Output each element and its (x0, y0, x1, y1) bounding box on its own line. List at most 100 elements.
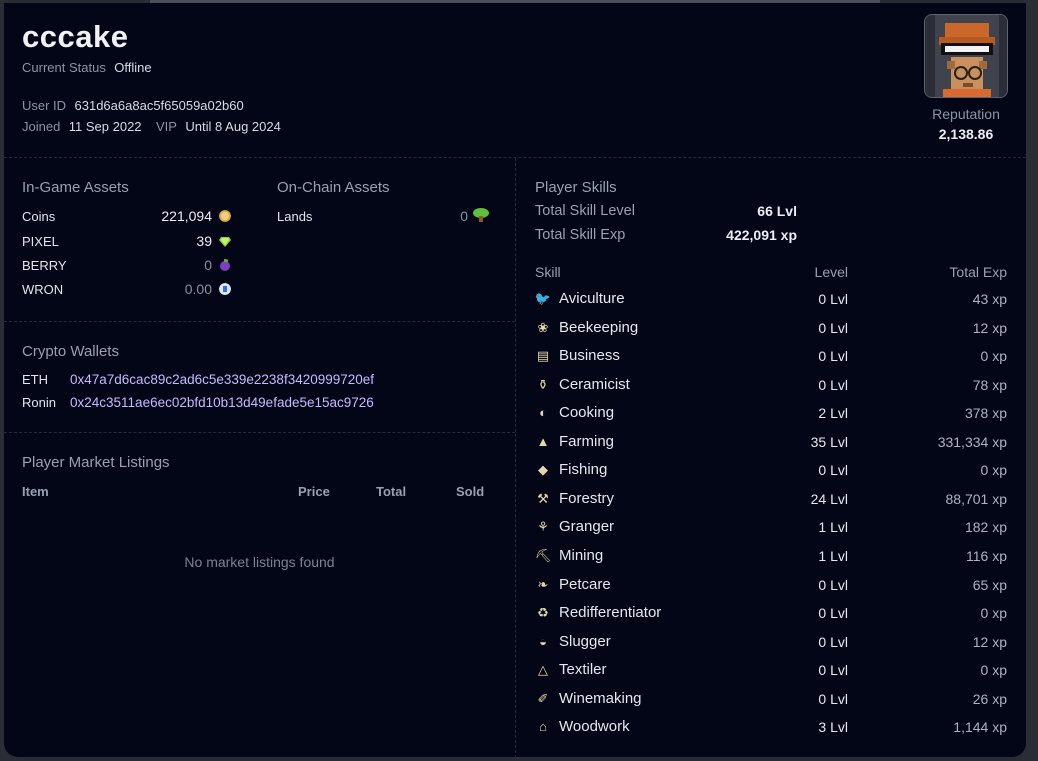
wheat-icon: ⚘ (537, 519, 549, 535)
skill-total-exp: 0 xp (980, 462, 1007, 479)
skill-total-exp: 1,144 xp (953, 719, 1007, 736)
wallet-address-ronin[interactable]: 0x24c3511ae6ec02bfd10b13d49efade5e15ac97… (70, 395, 374, 410)
skill-row: ▤ Business 0 Lvl 0 xp (534, 343, 1009, 369)
skill-row: ⚱ Ceramicist 0 Lvl 78 xp (534, 372, 1009, 398)
skill-level: 0 Lvl (818, 576, 848, 593)
user-id-row: User ID 631d6a6a8ac5f65059a02b60 (22, 97, 248, 115)
skill-name: Ceramicist (559, 375, 630, 393)
skill-name: Woodwork (559, 718, 630, 736)
skill-level: 1 Lvl (818, 547, 848, 564)
skill-row: 🐦 Aviculture 0 Lvl 43 xp (534, 286, 1009, 312)
yarn-icon: △ (538, 662, 548, 678)
total-skill-level-value: 66 Lvl (757, 203, 797, 219)
asset-value-coins: 221,094 (161, 208, 212, 224)
skills-col-level: Level (814, 264, 848, 280)
bee-icon: ❀ (537, 319, 549, 335)
profile-header: cccake Current Status Offline User ID 63… (4, 3, 1026, 158)
skill-total-exp: 182 xp (964, 519, 1007, 536)
user-id-value: 631d6a6a8ac5f65059a02b60 (74, 98, 244, 113)
wallet-address-eth[interactable]: 0x47a7d6cac89c2ad6c5e339e2238f3420999720… (70, 372, 374, 387)
skill-total-exp: 12 xp (972, 319, 1007, 336)
wallet-label-ronin: Ronin (22, 395, 56, 410)
skill-level: 0 Lvl (818, 633, 848, 650)
skills-col-total-exp: Total Exp (949, 264, 1007, 280)
skill-level: 1 Lvl (818, 519, 848, 536)
wallet-label-eth: ETH (22, 372, 48, 387)
market-empty-message: No market listings found (184, 554, 335, 570)
bottle-icon: ✐ (537, 690, 549, 706)
asset-value-berry: 0 (204, 257, 212, 273)
briefcase-icon: ▤ (536, 348, 550, 364)
skill-row: ◐ Cooking 2 Lvl 378 xp (534, 400, 1009, 426)
skill-name: Farming (559, 432, 615, 450)
user-id-label: User ID (22, 98, 67, 113)
skill-level: 0 Lvl (818, 462, 848, 479)
berry-icon (220, 259, 230, 271)
joined-label: Joined (22, 119, 61, 134)
reputation-label: Reputation (932, 106, 1000, 122)
vip-value: Until 8 Aug 2024 (185, 119, 281, 134)
asset-label-coins: Coins (22, 209, 56, 224)
player-profile-card: cccake Current Status Offline User ID 63… (4, 3, 1026, 757)
skill-level: 0 Lvl (818, 291, 848, 307)
skill-level: 0 Lvl (818, 690, 848, 707)
status-row: Current Status Offline (22, 59, 156, 77)
avatar-image (925, 15, 1007, 97)
skill-level: 0 Lvl (818, 662, 848, 679)
slug-icon: ◒ (539, 633, 547, 649)
skill-name: Redifferentiator (559, 604, 662, 622)
pickaxe-icon: ⛏ (534, 547, 552, 563)
pan-icon: ◐ (539, 405, 547, 421)
coin-icon (219, 210, 231, 222)
asset-label-wron: WRON (22, 282, 64, 297)
skill-row: ◆ Fishing 0 Lvl 0 xp (534, 457, 1009, 483)
joined-row: Joined 11 Sep 2022 VIP Until 8 Aug 2024 (22, 118, 285, 136)
in-game-assets-title: In-Game Assets (22, 179, 129, 196)
avatar (924, 14, 1008, 98)
skill-total-exp: 78 xp (972, 376, 1007, 393)
total-skill-exp-label: Total Skill Exp (535, 227, 626, 243)
skills-col-skill: Skill (535, 264, 561, 280)
skill-name: Business (559, 347, 620, 365)
skill-level: 24 Lvl (810, 490, 848, 507)
skill-row: ⚘ Granger 1 Lvl 182 xp (534, 514, 1009, 540)
skill-total-exp: 331,334 xp (937, 433, 1007, 450)
skill-name: Winemaking (559, 689, 642, 707)
total-skill-exp-value: 422,091 xp (726, 227, 797, 243)
skill-row: ⌂ Woodwork 3 Lvl 1,144 xp (534, 714, 1009, 740)
skill-row: ▲ Farming 35 Lvl 331,334 xp (534, 429, 1009, 455)
skill-level: 0 Lvl (818, 319, 848, 336)
joined-value: 11 Sep 2022 (68, 119, 142, 134)
skill-row: ⛏ Mining 1 Lvl 116 xp (534, 543, 1009, 569)
skill-row: ◒ Slugger 0 Lvl 12 xp (534, 629, 1009, 655)
column-divider (515, 158, 516, 757)
player-skills-title: Player Skills (535, 179, 617, 196)
section-divider-market (4, 432, 515, 433)
skill-row: ❀ Beekeeping 0 Lvl 12 xp (534, 315, 1009, 341)
bird-icon: 🐦 (534, 291, 552, 306)
skill-total-exp: 0 xp (980, 662, 1007, 679)
on-chain-assets-title: On-Chain Assets (277, 179, 390, 196)
asset-value-pixel: 39 (196, 233, 212, 249)
skill-name: Mining (559, 546, 604, 564)
tree-icon (473, 208, 489, 222)
skill-level: 2 Lvl (818, 405, 848, 422)
chair-icon: ⌂ (539, 719, 547, 735)
hat-icon: ▲ (536, 433, 550, 449)
total-skill-level-label: Total Skill Level (535, 203, 635, 219)
paw-icon: ❧ (537, 576, 549, 592)
vase-icon: ⚱ (537, 376, 549, 392)
ronin-icon (219, 283, 231, 295)
skill-total-exp: 0 xp (980, 605, 1007, 622)
username: cccake (22, 19, 129, 54)
market-col-price: Price (298, 484, 330, 499)
asset-value-wron: 0.00 (184, 281, 212, 297)
asset-label-pixel: PIXEL (22, 234, 59, 249)
skill-level: 0 Lvl (818, 376, 848, 393)
fish-icon: ◆ (538, 462, 548, 478)
skill-level: 0 Lvl (818, 605, 848, 622)
skill-name: Beekeeping (559, 318, 639, 336)
market-col-sold: Sold (456, 484, 485, 499)
skill-total-exp: 378 xp (964, 405, 1007, 422)
skill-total-exp: 0 xp (980, 348, 1007, 365)
